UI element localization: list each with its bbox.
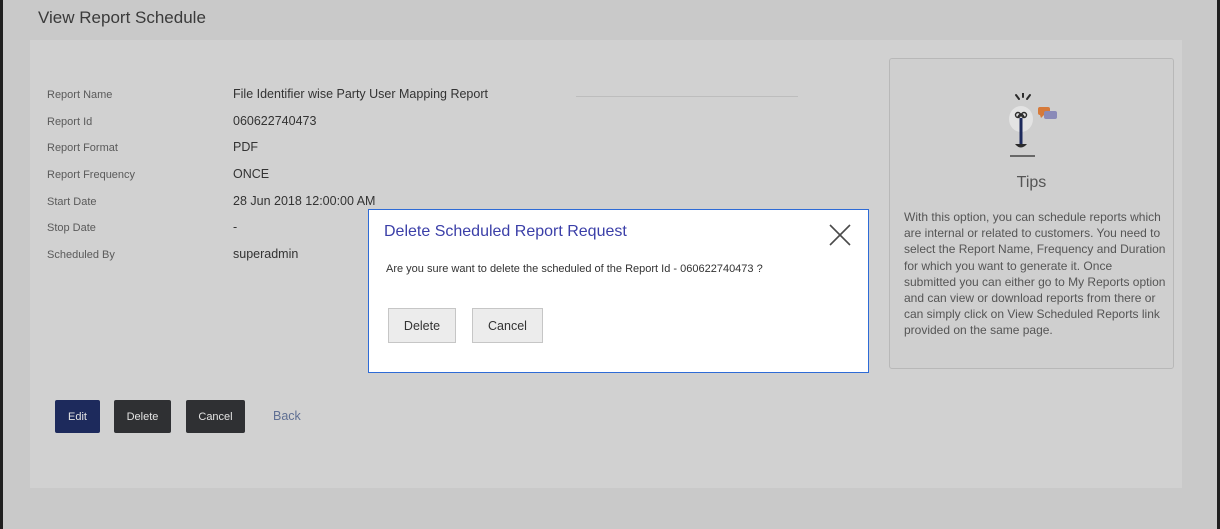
tips-text: With this option, you can schedule repor…: [904, 210, 1166, 338]
cancel-button[interactable]: Cancel: [186, 400, 245, 433]
close-icon[interactable]: [827, 222, 853, 248]
detail-value: superadmin: [233, 247, 299, 261]
lightbulb-chat-icon: [1002, 92, 1062, 159]
detail-label: Start Date: [47, 196, 97, 208]
delete-button[interactable]: Delete: [114, 400, 171, 433]
tips-title: Tips: [1016, 174, 1047, 191]
dialog-title: Delete Scheduled Report Request: [384, 223, 627, 240]
detail-label: Report Format: [47, 142, 118, 154]
detail-label: Report Name: [47, 89, 113, 101]
dialog-delete-button[interactable]: Delete: [388, 308, 456, 343]
detail-value: -: [233, 220, 238, 234]
detail-value: 28 Jun 2018 12:00:00 AM: [233, 194, 376, 208]
dialog-message: Are you sure want to delete the schedule…: [386, 263, 763, 275]
detail-label: Scheduled By: [47, 249, 115, 261]
edit-button[interactable]: Edit: [55, 400, 100, 433]
window-frame-left: [0, 0, 3, 529]
tips-panel: Tips With this option, you can schedule …: [889, 58, 1174, 369]
detail-label: Report Frequency: [47, 169, 136, 181]
divider: [576, 96, 798, 97]
detail-value: ONCE: [233, 167, 270, 181]
detail-label: Stop Date: [47, 222, 96, 234]
detail-value: 060622740473: [233, 114, 317, 128]
detail-label: Report Id: [47, 116, 93, 128]
back-link[interactable]: Back: [273, 409, 301, 423]
page-title: View Report Schedule: [38, 8, 206, 27]
detail-value: File Identifier wise Party User Mapping …: [233, 87, 488, 101]
detail-value: PDF: [233, 140, 258, 154]
dialog-cancel-button[interactable]: Cancel: [472, 308, 543, 343]
delete-confirm-dialog: Delete Scheduled Report Request Are you …: [368, 209, 869, 373]
